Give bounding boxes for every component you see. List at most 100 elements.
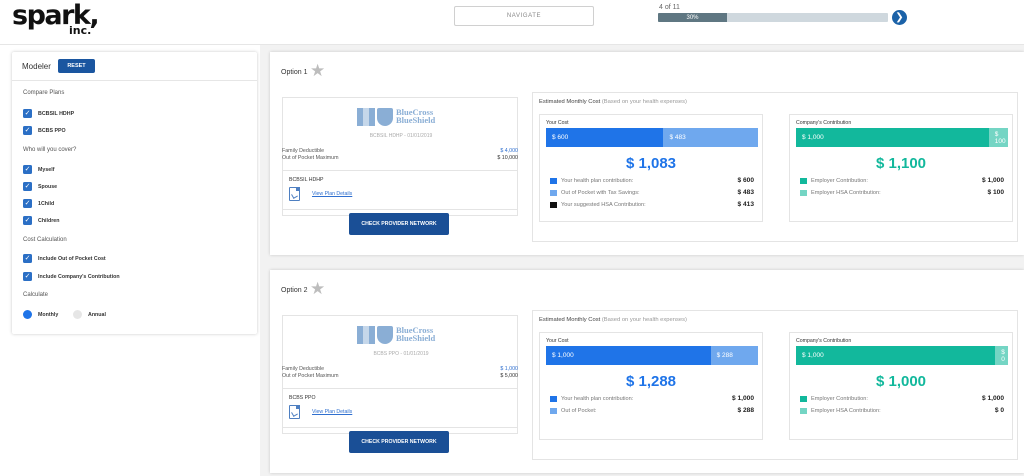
- your-cost-bar: $ 1,000 $ 288: [546, 346, 758, 365]
- your-cost-bar: $ 600 $ 483: [546, 128, 758, 147]
- estimate-panel: Estimated Monthly Cost (Based on your he…: [532, 310, 1018, 460]
- option-title: Option 1: [281, 69, 308, 76]
- company-bar: $ 1,000 $ 0: [796, 346, 1008, 365]
- cost-item-value: $ 483: [737, 189, 754, 196]
- insurer-name: BlueCross BlueShield: [396, 107, 436, 125]
- oop-max-row: Out of Pocket Maximum $ 5,000: [282, 373, 518, 379]
- checkbox-children[interactable]: ✓: [23, 216, 32, 225]
- your-cost-title: Your Cost: [546, 338, 569, 344]
- cost-item-value: $ 1,000: [982, 395, 1004, 402]
- cost-item-value: $ 1,000: [732, 395, 754, 402]
- estimate-panel: Estimated Monthly Cost (Based on your he…: [532, 92, 1018, 242]
- your-cost-total: $ 1,288: [625, 373, 677, 390]
- checkbox-label: Include Out of Pocket Cost: [38, 256, 106, 262]
- cost-item-label: Your health plan contribution:: [550, 396, 633, 402]
- checkbox-label: BCBS PPO: [38, 128, 66, 134]
- checkbox-spouse[interactable]: ✓: [23, 182, 32, 191]
- modeler-title: Modeler: [22, 62, 51, 71]
- deductible-value: $ 4,000: [500, 148, 518, 154]
- cost-item-value: $ 0: [994, 407, 1004, 414]
- plan-name: BCBSIL HDHP: [289, 177, 324, 183]
- cost-item-label: Your health plan contribution:: [550, 178, 633, 184]
- bar-segment: $ 1,000: [546, 346, 711, 365]
- modeler-panel: Modeler RESET Compare Plans ✓ BCBSIL HDH…: [12, 52, 257, 334]
- checkbox-plan-ppo[interactable]: ✓: [23, 126, 32, 135]
- checkbox-label: Include Company's Contribution: [38, 274, 120, 280]
- deductible-row: Family Deductible $ 4,000: [282, 148, 518, 154]
- progress-bar: 30%: [658, 13, 888, 22]
- checkbox-company-contribution[interactable]: ✓: [23, 272, 32, 281]
- bcbs-logo: BlueCross BlueShield: [357, 326, 447, 348]
- bar-segment: $ 1,000: [796, 346, 996, 365]
- estimate-title: Estimated Monthly Cost (Based on your he…: [539, 317, 687, 323]
- checkbox-label: 1Child: [38, 201, 55, 207]
- view-plan-details-link[interactable]: View Plan Details: [312, 191, 352, 197]
- checkbox-plan-hdhp[interactable]: ✓: [23, 109, 32, 118]
- check-provider-network-button[interactable]: CHECK PROVIDER NETWORK: [349, 431, 449, 453]
- checkbox-1child[interactable]: ✓: [23, 199, 32, 208]
- option-title: Option 2: [281, 287, 308, 294]
- cost-item-label: Employer Contribution:: [800, 396, 868, 402]
- company-total: $ 1,000: [875, 373, 927, 390]
- bcbs-cross-icon: [357, 108, 375, 126]
- deductible-row: Family Deductible $ 1,000: [282, 366, 518, 372]
- reset-button[interactable]: RESET: [58, 59, 95, 73]
- bcbs-shield-icon: [377, 326, 393, 344]
- pdf-icon[interactable]: [289, 405, 300, 419]
- view-plan-details-link[interactable]: View Plan Details: [312, 409, 352, 415]
- pdf-icon[interactable]: [289, 187, 300, 201]
- cost-item-label: Out of Pocket:: [550, 408, 596, 414]
- your-cost-title: Your Cost: [546, 120, 569, 126]
- checkbox-myself[interactable]: ✓: [23, 165, 32, 174]
- cost-item-label: Employer Contribution:: [800, 178, 868, 184]
- checkbox-label: Myself: [38, 167, 55, 173]
- bar-segment: $ 288: [710, 346, 758, 365]
- calculate-heading: Calculate: [23, 292, 49, 298]
- star-icon[interactable]: ★: [310, 279, 325, 299]
- company-title: Company's Contribution: [796, 338, 852, 344]
- plan-caption: BCBS PPO - 01/01/2019: [373, 351, 429, 357]
- plan-caption: BCBSIL HDHP - 01/01/2019: [369, 133, 433, 139]
- bar-segment: $ 1,000: [796, 128, 989, 147]
- cost-item-value: $ 100: [987, 189, 1004, 196]
- radio-label: Annual: [88, 312, 106, 318]
- oop-max-value: $ 5,000: [500, 373, 518, 379]
- plan-details-box: BCBS PPO View Plan Details: [282, 388, 518, 428]
- navigate-button[interactable]: NAVIGATE: [454, 6, 594, 26]
- option-card: Option 1 ★ BlueCross BlueShield BCBSIL HD…: [270, 52, 1024, 255]
- company-contribution-box: Company's Contribution $ 1,000 $ 0 $ 1,00…: [789, 332, 1013, 440]
- company-contribution-box: Company's Contribution $ 1,000 $ 100 $ 1,…: [789, 114, 1013, 222]
- radio-label: Monthly: [38, 312, 59, 318]
- checkbox-label: Children: [38, 218, 60, 224]
- checkbox-out-of-pocket[interactable]: ✓: [23, 254, 32, 263]
- company-total: $ 1,100: [875, 155, 927, 172]
- checkbox-label: Spouse: [38, 184, 58, 190]
- cost-calculation-heading: Cost Calculation: [23, 237, 67, 243]
- spark-logo: spark, inc.: [12, 2, 104, 38]
- radio-monthly[interactable]: [23, 310, 32, 319]
- cost-item-label: Employer HSA Contribution:: [800, 408, 881, 414]
- bar-segment: $ 600: [546, 128, 664, 147]
- plan-name: BCBS PPO: [289, 395, 316, 401]
- radio-annual[interactable]: [73, 310, 82, 319]
- oop-max-row: Out of Pocket Maximum $ 10,000: [282, 155, 518, 161]
- company-title: Company's Contribution: [796, 120, 852, 126]
- your-cost-box: Your Cost $ 600 $ 483 $ 1,083 Your health…: [539, 114, 763, 222]
- cost-item-label: Your suggested HSA Contribution:: [550, 202, 646, 208]
- who-cover-heading: Who will you cover?: [23, 147, 77, 153]
- progress-fill: 30%: [658, 13, 727, 22]
- check-provider-network-button[interactable]: CHECK PROVIDER NETWORK: [349, 213, 449, 235]
- bcbs-cross-icon: [357, 326, 375, 344]
- cost-item-label: Employer HSA Contribution:: [800, 190, 881, 196]
- compare-plans-heading: Compare Plans: [23, 90, 65, 96]
- checkbox-label: BCBSIL HDHP: [38, 111, 75, 117]
- bar-segment: $ 0: [995, 346, 1008, 365]
- insurer-name: BlueCross BlueShield: [396, 325, 436, 343]
- your-cost-total: $ 1,083: [625, 155, 677, 172]
- step-counter: 4 of 11: [659, 4, 680, 11]
- star-icon[interactable]: ★: [310, 61, 325, 81]
- panel-divider: [12, 80, 257, 81]
- chevron-right-icon[interactable]: ❯: [892, 10, 907, 25]
- cost-item-value: $ 288: [737, 407, 754, 414]
- deductible-value: $ 1,000: [500, 366, 518, 372]
